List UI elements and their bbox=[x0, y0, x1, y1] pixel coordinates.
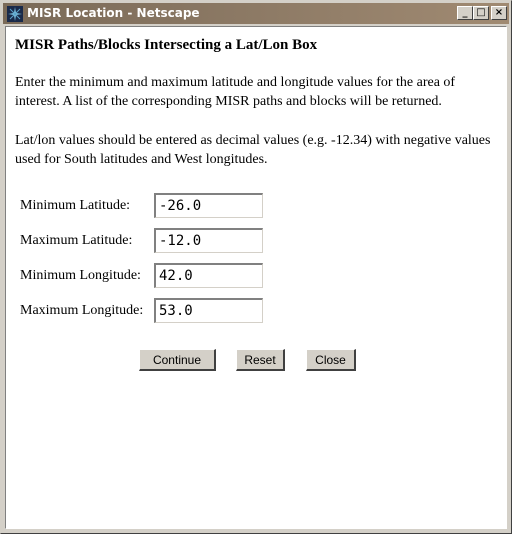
window-title: MISR Location - Netscape bbox=[27, 6, 200, 20]
minimize-button[interactable]: _ bbox=[457, 6, 473, 20]
maximize-button[interactable]: □ bbox=[473, 6, 489, 20]
close-button[interactable]: Close bbox=[306, 349, 356, 371]
page-title: MISR Paths/Blocks Intersecting a Lat/Lon… bbox=[15, 37, 318, 53]
min-latitude-input[interactable] bbox=[154, 193, 263, 218]
maximize-icon: □ bbox=[476, 7, 486, 18]
page-content: MISR Paths/Blocks Intersecting a Lat/Lon… bbox=[5, 26, 507, 529]
reset-button[interactable]: Reset bbox=[236, 349, 285, 371]
min-latitude-label: Minimum Latitude: bbox=[20, 198, 131, 213]
netscape-icon bbox=[7, 6, 23, 22]
close-window-button[interactable]: × bbox=[491, 6, 507, 20]
max-longitude-input[interactable] bbox=[154, 298, 263, 323]
max-longitude-label: Maximum Longitude: bbox=[20, 303, 144, 318]
title-bar[interactable]: MISR Location - Netscape _ □ × bbox=[3, 3, 509, 24]
min-longitude-input[interactable] bbox=[154, 263, 263, 288]
close-icon: × bbox=[494, 7, 504, 18]
browser-window: MISR Location - Netscape _ □ × MISR Path… bbox=[0, 0, 512, 534]
format-note-paragraph: Lat/lon values should be entered as deci… bbox=[15, 133, 491, 167]
instructions-paragraph: Enter the minimum and maximum latitude a… bbox=[15, 75, 456, 109]
max-latitude-label: Maximum Latitude: bbox=[20, 233, 133, 248]
max-latitude-input[interactable] bbox=[154, 228, 263, 253]
continue-button[interactable]: Continue bbox=[139, 349, 216, 371]
minimize-icon: _ bbox=[462, 7, 468, 18]
min-longitude-label: Minimum Longitude: bbox=[20, 268, 141, 283]
